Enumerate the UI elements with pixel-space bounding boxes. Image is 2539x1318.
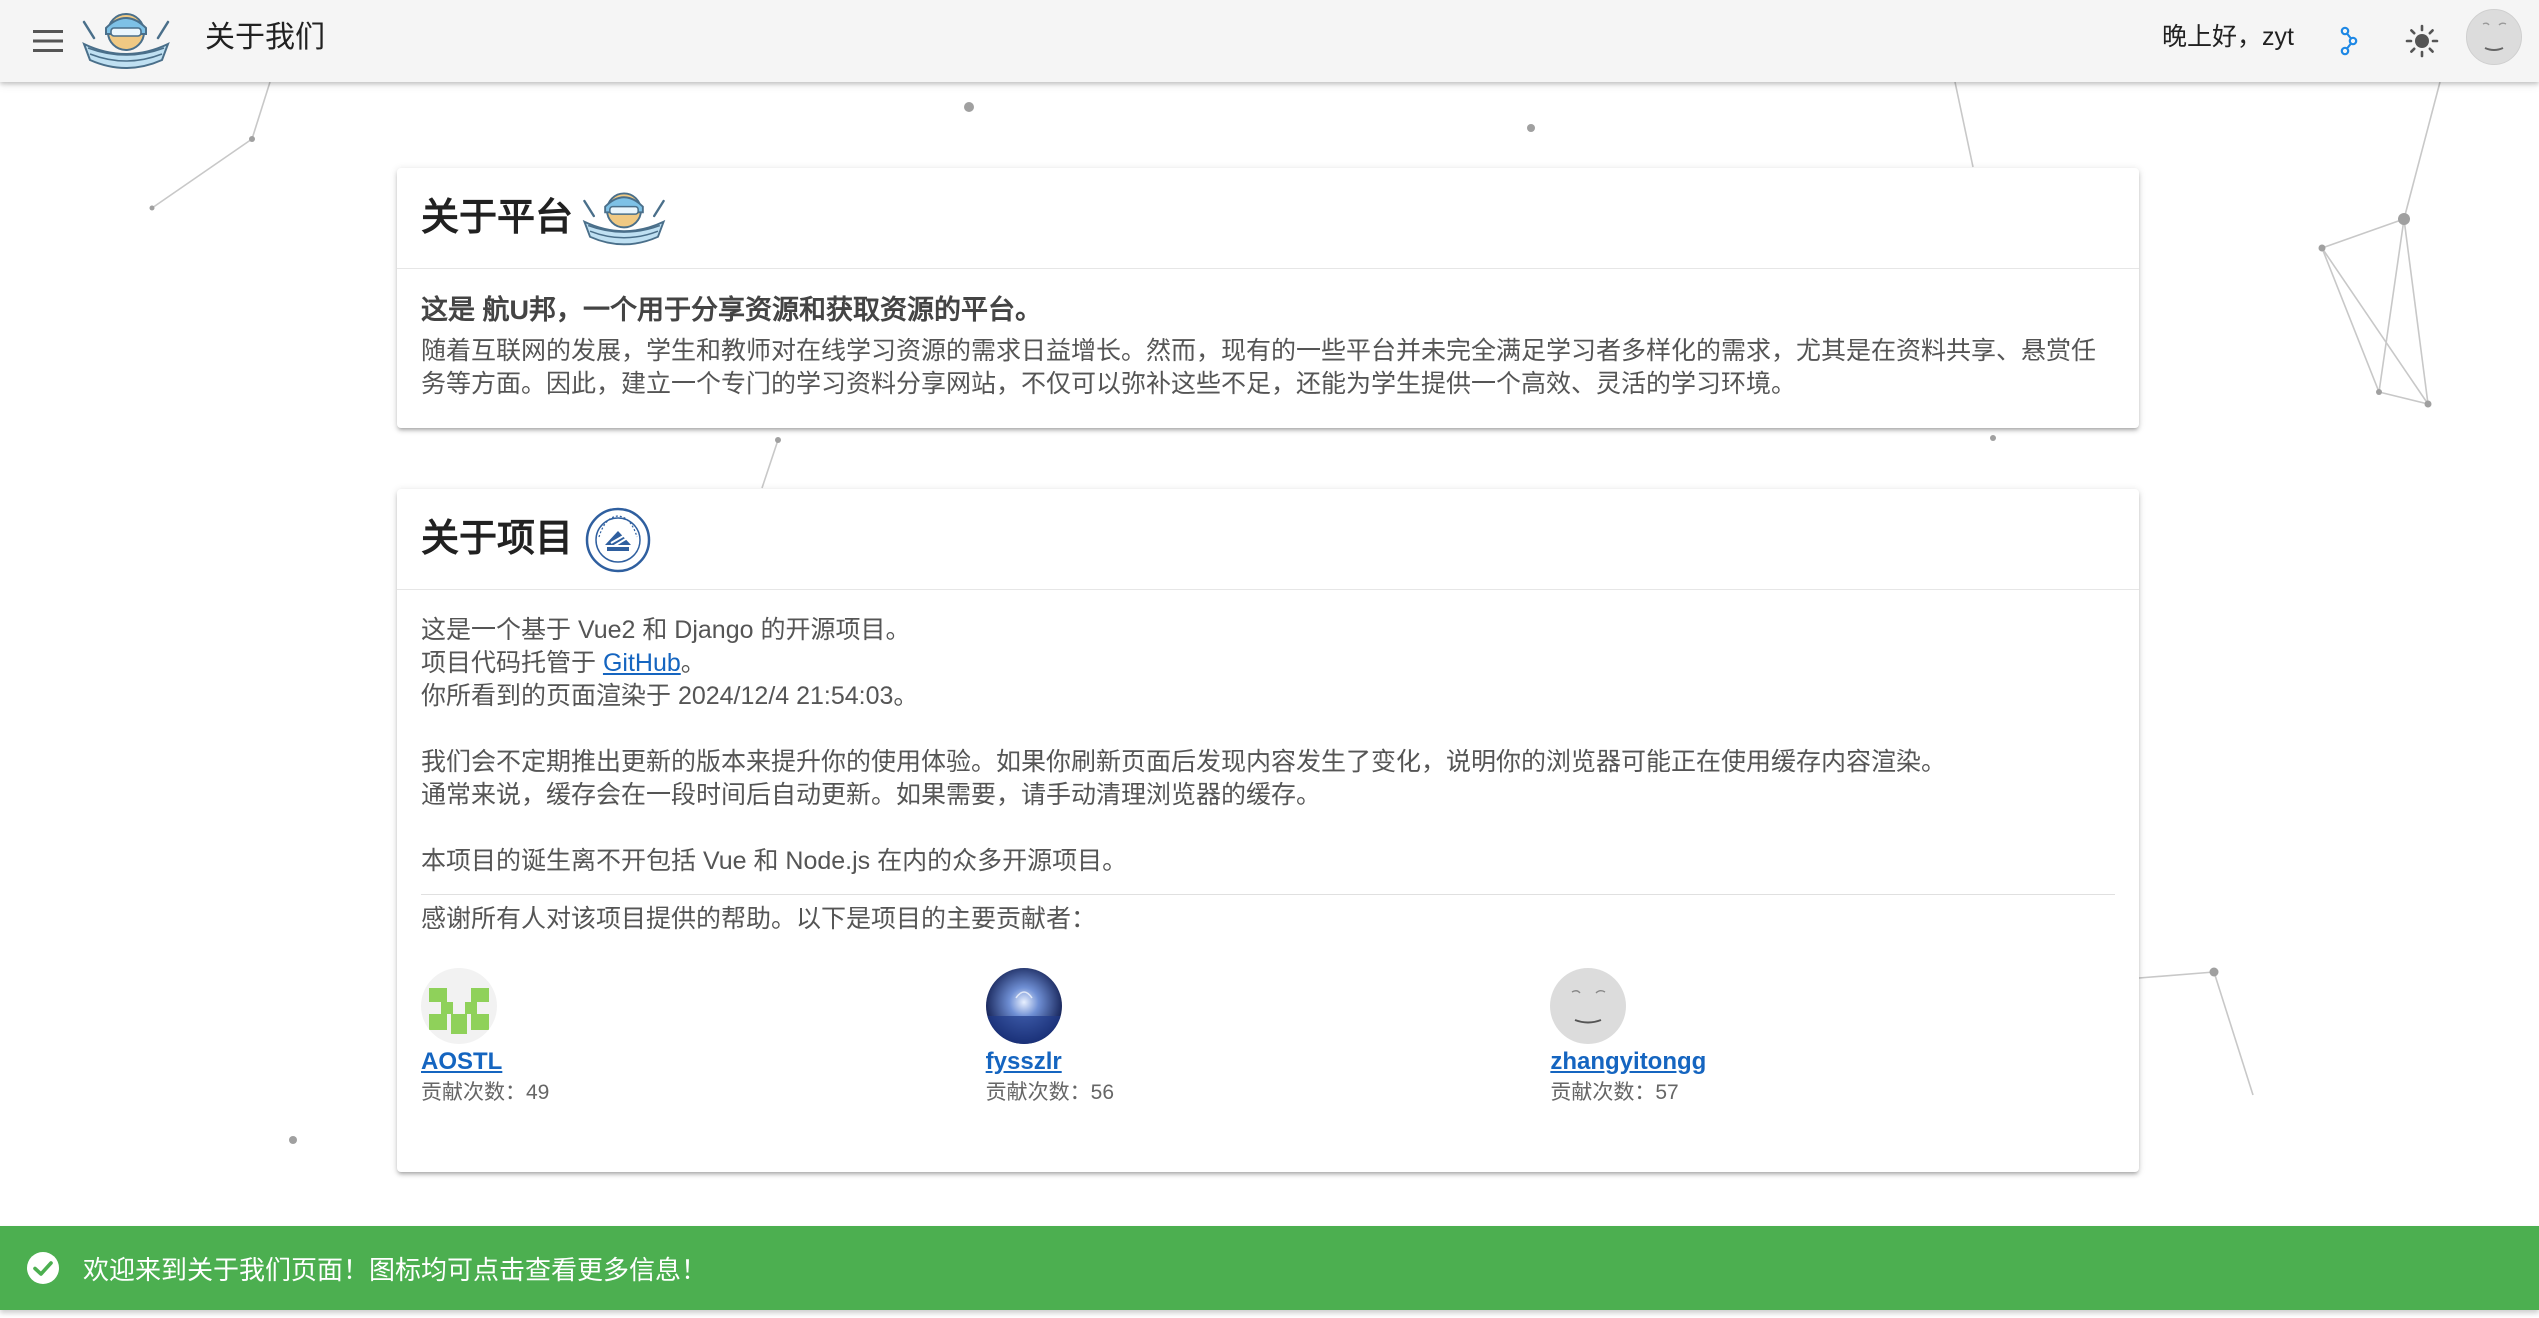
welcome-snackbar[interactable]: 欢迎来到关于我们页面！图标均可点击查看更多信息！	[0, 1226, 2539, 1310]
contributor-name[interactable]: AOSTL	[421, 1048, 502, 1076]
platform-description: 随着互联网的发展，学生和教师对在线学习资源的需求日益增长。然而，现有的一些平台并…	[421, 337, 2097, 398]
contributor-avatar[interactable]	[985, 968, 1062, 1044]
count-label: 贡献次数：	[421, 1081, 526, 1104]
platform-title: 关于平台	[421, 197, 574, 239]
project-line-1: 这是一个基于 Vue2 和 Django 的开源项目。	[421, 616, 911, 644]
about-project-card: 关于项目 这是一个基于 Vue2 和 Django 的开源项目。 项目代码托管于…	[397, 489, 2139, 1172]
thanks-text: 感谢所有人对该项目提供的帮助。以下是项目的主要贡献者：	[421, 905, 1097, 933]
contributor-avatar[interactable]	[1550, 968, 1627, 1044]
contributors-list: AOSTL 贡献次数：49 fysszlr 贡献次数：56 zhangyiton…	[421, 968, 2115, 1108]
github-link[interactable]: GitHub	[603, 649, 681, 677]
contribution-count: 贡献次数：56	[986, 1078, 1551, 1108]
contributor-avatar[interactable]	[421, 968, 497, 1044]
render-time-text: 你所看到的页面渲染于 2024/12/4 21:54:03。	[421, 682, 919, 710]
app-logo[interactable]	[78, 4, 174, 74]
university-emblem[interactable]	[585, 507, 651, 573]
greeting-text: 晚上好，zyt	[2162, 23, 2294, 51]
contribution-count: 贡献次数：57	[1550, 1078, 2115, 1108]
platform-logo[interactable]	[575, 184, 673, 250]
molecule-icon	[2340, 26, 2358, 56]
app-switch-button[interactable]	[2321, 13, 2377, 69]
contributor-item: fysszlr 贡献次数：56	[985, 968, 1551, 1108]
divider	[421, 894, 2115, 895]
sun-icon	[2405, 24, 2439, 58]
card-header: 关于项目	[397, 489, 2139, 590]
project-line-2-prefix: 项目代码托管于	[421, 649, 603, 677]
contributor-name[interactable]: fysszlr	[986, 1048, 1062, 1076]
contributor-item: zhangyitongg 贡献次数：57	[1550, 968, 2115, 1108]
avatar-image	[2467, 10, 2521, 64]
page-title: 关于我们	[205, 21, 325, 54]
platform-lead: 这是 航U邦，一个用于分享资源和获取资源的平台。	[421, 295, 1042, 325]
count-label: 贡献次数：	[1550, 1081, 1656, 1104]
project-line-4: 我们会不定期推出更新的版本来提升你的使用体验。如果你刷新页面后发现内容发生了变化…	[421, 748, 1947, 776]
count-value: 57	[1655, 1081, 1679, 1104]
count-label: 贡献次数：	[985, 1081, 1091, 1104]
card-header: 关于平台	[397, 168, 2139, 269]
snackbar-message: 欢迎来到关于我们页面！图标均可点击查看更多信息！	[83, 1254, 708, 1285]
card-body: 这是 航U邦，一个用于分享资源和获取资源的平台。 随着互联网的发展，学生和教师对…	[397, 269, 2139, 421]
project-line-6: 本项目的诞生离不开包括 Vue 和 Node.js 在内的众多开源项目。	[421, 847, 1128, 875]
menu-button[interactable]	[24, 17, 72, 65]
project-line-2: 项目代码托管于 GitHub。	[421, 647, 2115, 680]
count-value: 49	[526, 1081, 550, 1104]
theme-toggle-button[interactable]	[2394, 13, 2450, 69]
check-circle-icon	[25, 1250, 61, 1286]
contribution-count: 贡献次数：49	[421, 1078, 986, 1108]
menu-icon	[33, 30, 63, 52]
about-platform-card: 关于平台 这是 航U邦，一个用于分享资源和获取资源的平台。 随着互联网的发展，学…	[397, 168, 2139, 428]
user-avatar[interactable]	[2466, 9, 2522, 65]
project-line-5: 通常来说，缓存会在一段时间后自动更新。如果需要，请手动清理浏览器的缓存。	[421, 781, 1322, 809]
project-title: 关于项目	[421, 518, 574, 560]
app-bar: 关于我们 晚上好，zyt	[0, 0, 2539, 82]
count-value: 56	[1090, 1081, 1115, 1104]
contributor-name[interactable]: zhangyitongg	[1550, 1048, 1706, 1076]
card-body: 这是一个基于 Vue2 和 Django 的开源项目。 项目代码托管于 GitH…	[397, 590, 2139, 1128]
contributor-item: AOSTL 贡献次数：49	[421, 968, 986, 1108]
project-line-2-suffix: 。	[680, 649, 706, 677]
